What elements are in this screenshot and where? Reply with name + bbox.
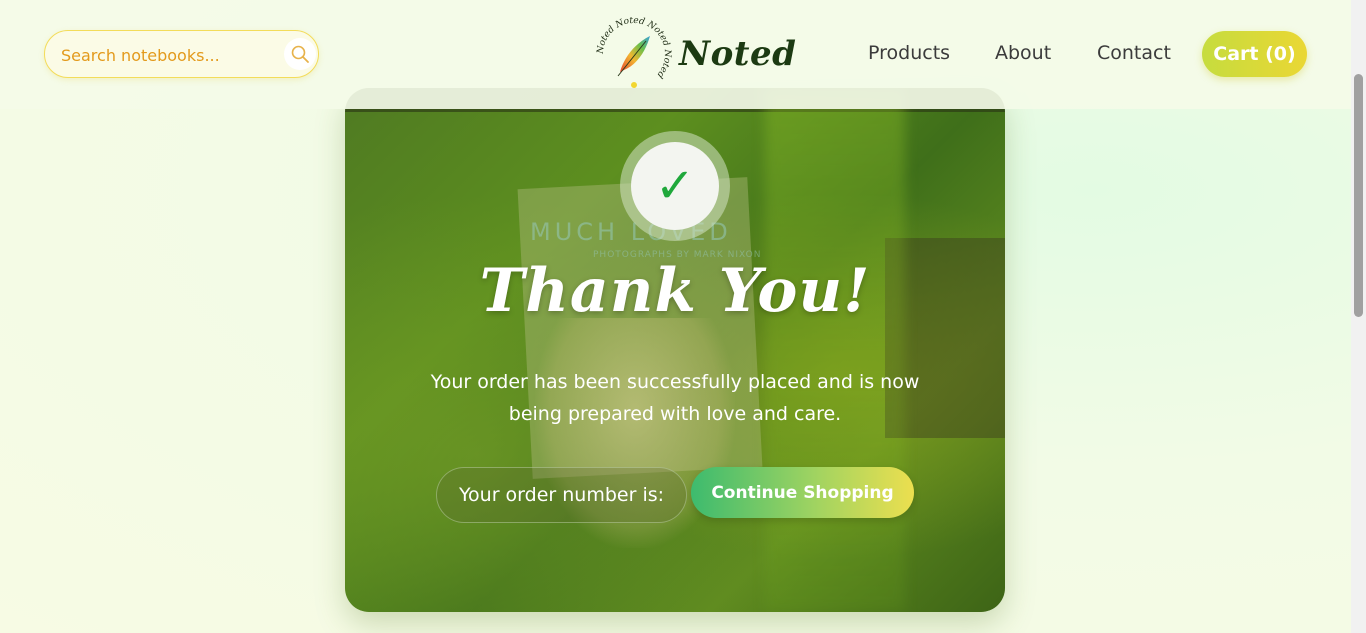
scrollbar-thumb[interactable] [1354,74,1363,317]
order-success-message: Your order has been successfully placed … [430,371,920,425]
nav-contact[interactable]: Contact [1097,42,1171,64]
nav-products[interactable]: Products [868,42,950,64]
site-header: Noted Noted Noted Noted Noted Products A… [0,0,1351,109]
nav-about[interactable]: About [995,42,1051,64]
continue-shopping-button[interactable]: Continue Shopping [691,467,914,518]
search-button[interactable] [284,38,316,70]
brand-logo[interactable]: Noted Noted Noted Noted Noted [594,14,796,94]
order-confirmation-card: MUCH LOVED PHOTOGRAPHS BY MARK NIXON ✓ T… [345,88,1005,612]
feather-icon [617,36,650,77]
order-number-label: Your order number is: [436,467,687,523]
cart-button[interactable]: Cart (0) [1202,31,1307,77]
logo-emblem: Noted Noted Noted Noted [596,16,672,88]
background-light-streak [765,88,905,612]
search-input[interactable] [61,43,276,67]
cart-count: (0) [1265,43,1296,65]
cart-label: Cart [1213,43,1259,65]
checkmark-icon: ✓ [631,142,719,230]
page-scrollbar[interactable] [1351,0,1366,633]
search-box [44,30,319,78]
search-icon [291,45,309,63]
thank-you-title: Thank You! [479,256,871,326]
logo-wordmark: Noted [679,34,797,74]
